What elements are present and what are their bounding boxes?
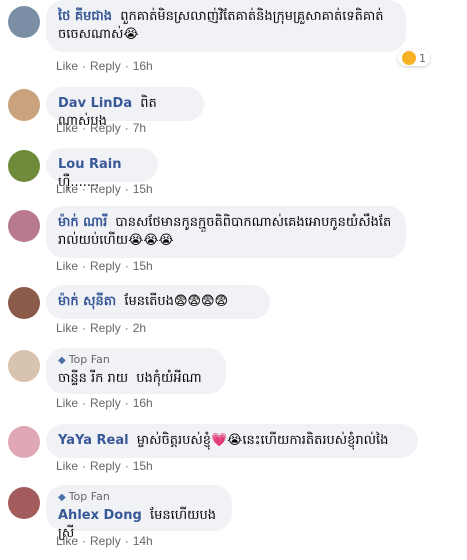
reply-button[interactable]: Reply <box>90 121 121 135</box>
separator: · <box>124 182 129 196</box>
timestamp[interactable]: 15h <box>133 459 153 473</box>
timestamp[interactable]: 2h <box>133 321 146 335</box>
reply-button[interactable]: Reply <box>90 459 121 473</box>
reply-button[interactable]: Reply <box>90 396 121 410</box>
comment-text: បងកុំយំអីណា <box>136 371 202 386</box>
avatar[interactable] <box>8 89 40 121</box>
top-fan-badge: ◆ Top Fan <box>58 353 214 368</box>
top-fan-label: Top Fan <box>68 490 110 503</box>
reaction-badge[interactable]: 1 <box>398 50 430 66</box>
like-button[interactable]: Like <box>56 121 78 135</box>
like-button[interactable]: Like <box>56 459 78 473</box>
comment-text: ម្ចាស់ចិត្តរបស់ខ្ញុំ💗😭នេះហើយការតិតរបស់ខ្… <box>136 433 389 448</box>
comment-bubble: ថៃ គីមជាង ពួកគាត់មិនស្រលាញ់វិតែគាត់និងក្… <box>46 0 406 52</box>
timestamp[interactable]: 7h <box>133 121 146 135</box>
separator: · <box>82 259 87 273</box>
reply-button[interactable]: Reply <box>90 321 121 335</box>
comment-actions: Like · Reply · 14h <box>56 534 153 548</box>
like-button[interactable]: Like <box>56 396 78 410</box>
comment-bubble: ◆ Top Fan Ahlex Dong មែនហើយបងស្រី <box>46 485 232 541</box>
like-button[interactable]: Like <box>56 321 78 335</box>
sad-reaction-icon <box>402 51 416 65</box>
timestamp[interactable]: 16h <box>133 396 153 410</box>
separator: · <box>124 459 129 473</box>
like-button[interactable]: Like <box>56 182 78 196</box>
reply-button[interactable]: Reply <box>90 182 121 196</box>
separator: · <box>124 121 129 135</box>
separator: · <box>124 396 129 410</box>
separator: · <box>82 534 87 548</box>
avatar[interactable] <box>8 6 40 38</box>
timestamp[interactable]: 15h <box>133 259 153 273</box>
diamond-icon: ◆ <box>58 492 66 503</box>
timestamp[interactable]: 15h <box>133 182 153 196</box>
comment-actions: Like · Reply · 15h <box>56 459 153 473</box>
comment-bubble: YaYa Real ម្ចាស់ចិត្តរបស់ខ្ញុំ💗😭នេះហើយកា… <box>46 424 418 458</box>
comment-author[interactable]: ថៃ គីមជាង <box>58 9 112 24</box>
comment-text: បានសថែមានកូនក្មួចតិពិបាកណាស់គេងអោបកូនយំស… <box>58 215 392 248</box>
comment-bubble: Dav LinDa ពិតណាស់បង <box>46 87 204 129</box>
timestamp[interactable]: 14h <box>133 534 153 548</box>
avatar[interactable] <box>8 150 40 182</box>
separator: · <box>82 59 87 73</box>
reply-button[interactable]: Reply <box>90 59 121 73</box>
avatar[interactable] <box>8 426 40 458</box>
timestamp[interactable]: 16h <box>133 59 153 73</box>
like-button[interactable]: Like <box>56 59 78 73</box>
top-fan-label: Top Fan <box>68 353 110 366</box>
reply-button[interactable]: Reply <box>90 259 121 273</box>
separator: · <box>124 321 129 335</box>
comment-actions: Like · Reply · 16h <box>56 396 153 410</box>
separator: · <box>82 459 87 473</box>
like-button[interactable]: Like <box>56 259 78 273</box>
separator: · <box>82 182 87 196</box>
avatar[interactable] <box>8 487 40 519</box>
comment-bubble: ម៉ាក់ ណារី បានសថែមានកូនក្មួចតិពិបាកណាស់គ… <box>46 206 406 258</box>
avatar[interactable] <box>8 210 40 242</box>
comment-actions: Like · Reply · 16h <box>56 59 153 73</box>
comment-actions: Like · Reply · 15h <box>56 259 153 273</box>
reply-button[interactable]: Reply <box>90 534 121 548</box>
comment-author[interactable]: Dav LinDa <box>58 96 132 111</box>
comment-author[interactable]: Ahlex Dong <box>58 508 142 523</box>
like-button[interactable]: Like <box>56 534 78 548</box>
avatar[interactable] <box>8 350 40 382</box>
top-fan-badge: ◆ Top Fan <box>58 490 220 505</box>
comment-author[interactable]: YaYa Real <box>58 433 129 448</box>
separator: · <box>82 121 87 135</box>
separator: · <box>82 396 87 410</box>
comment-actions: Like · Reply · 2h <box>56 321 146 335</box>
separator: · <box>124 534 129 548</box>
comment-text: មែនតើបង😨😨😨😨 <box>124 294 229 309</box>
comment-bubble: Lou Rain ហ៊ឺ....... <box>46 148 158 190</box>
avatar[interactable] <box>8 287 40 319</box>
comment-author[interactable]: ម៉ាក់ សុនីតា <box>58 294 116 309</box>
comment-author[interactable]: Lou Rain <box>58 157 122 172</box>
comment-author[interactable]: ម៉ាក់ ណារី <box>58 215 107 230</box>
separator: · <box>124 59 129 73</box>
comment-bubble: ម៉ាក់ សុនីតា មែនតើបង😨😨😨😨 <box>46 285 270 319</box>
comment-bubble: ◆ Top Fan ចាន្ទីន រីក រាយ បងកុំយំអីណា <box>46 348 226 394</box>
diamond-icon: ◆ <box>58 355 66 366</box>
separator: · <box>124 259 129 273</box>
comment-actions: Like · Reply · 15h <box>56 182 153 196</box>
reaction-count: 1 <box>419 51 426 65</box>
comment-actions: Like · Reply · 7h <box>56 121 146 135</box>
separator: · <box>82 321 87 335</box>
comment-author[interactable]: ចាន្ទីន រីក រាយ <box>58 371 128 386</box>
